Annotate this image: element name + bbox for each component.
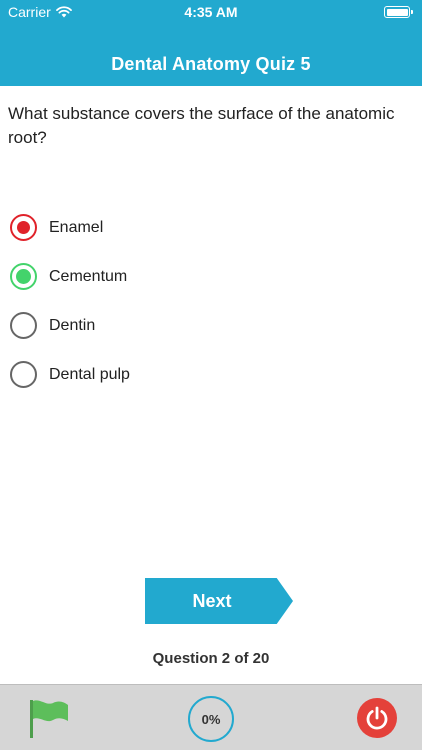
battery-icon (384, 6, 413, 18)
flag-icon[interactable] (26, 697, 72, 739)
radio-empty-icon (10, 312, 37, 339)
score-percent-indicator: 0% (188, 696, 234, 742)
answer-options: Enamel Cementum Dentin Dental pulp (10, 203, 410, 399)
radio-empty-icon (10, 361, 37, 388)
option-dental-pulp[interactable]: Dental pulp (10, 350, 410, 399)
bottom-toolbar: 0% (0, 684, 422, 750)
radio-correct-icon (10, 263, 37, 290)
status-time: 4:35 AM (184, 4, 238, 20)
option-dentin[interactable]: Dentin (10, 301, 410, 350)
option-cementum[interactable]: Cementum (10, 252, 410, 301)
option-label: Dental pulp (49, 365, 130, 383)
page-title: Dental Anatomy Quiz 5 (111, 54, 311, 74)
power-icon (366, 706, 388, 730)
status-bar: Carrier 4:35 AM (0, 0, 422, 24)
quit-button[interactable] (357, 698, 397, 738)
option-enamel[interactable]: Enamel (10, 203, 410, 252)
option-label: Enamel (49, 218, 104, 236)
option-label: Cementum (49, 267, 128, 285)
option-label: Dentin (49, 316, 96, 334)
question-progress: Question 2 of 20 (152, 650, 270, 667)
question-text: What substance covers the surface of the… (8, 104, 395, 147)
radio-wrong-icon (10, 214, 37, 241)
next-button[interactable]: Next (145, 578, 293, 624)
app-header: Carrier 4:35 AM Dental Anatomy Quiz 5 (0, 0, 422, 86)
